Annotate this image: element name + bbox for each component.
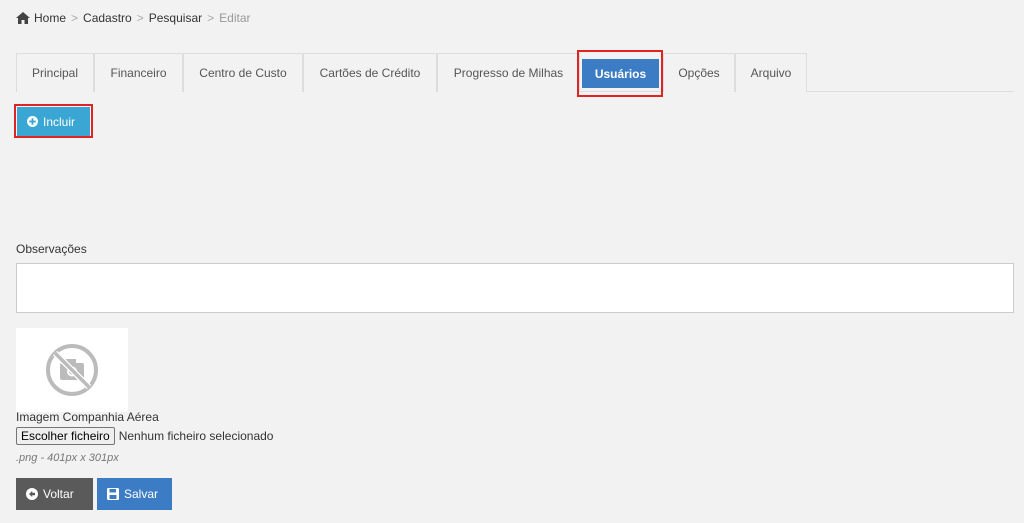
voltar-button[interactable]: Voltar bbox=[16, 478, 93, 510]
tab-principal[interactable]: Principal bbox=[16, 53, 94, 92]
observacoes-label: Observações bbox=[16, 242, 87, 256]
image-preview bbox=[16, 328, 128, 412]
image-upload-label: Imagem Companhia Aérea bbox=[16, 410, 159, 424]
file-status: Nenhum ficheiro selecionado bbox=[118, 429, 274, 443]
voltar-label: Voltar bbox=[43, 487, 74, 501]
breadcrumb-pesquisar[interactable]: Pesquisar bbox=[149, 11, 202, 25]
salvar-label: Salvar bbox=[124, 487, 159, 501]
incluir-button[interactable]: Incluir bbox=[17, 107, 90, 136]
tab-opcoes[interactable]: Opções bbox=[663, 53, 735, 92]
tab-cartoes-de-credito[interactable]: Cartões de Crédito bbox=[303, 53, 437, 92]
tab-bar: Principal Financeiro Centro de Custo Car… bbox=[16, 53, 1014, 92]
file-input: Escolher ficheiro Nenhum ficheiro seleci… bbox=[16, 427, 273, 445]
breadcrumb-separator-icon: > bbox=[207, 11, 215, 25]
save-icon bbox=[107, 488, 119, 500]
home-icon bbox=[16, 12, 30, 24]
tab-centro-de-custo[interactable]: Centro de Custo bbox=[183, 53, 303, 92]
image-size-hint: .png - 401px x 301px bbox=[16, 452, 119, 464]
arrow-left-circle-icon bbox=[26, 488, 38, 500]
plus-circle-icon bbox=[27, 116, 38, 127]
breadcrumb-separator-icon: > bbox=[136, 11, 144, 25]
incluir-label: Incluir bbox=[43, 114, 76, 129]
tab-progresso-de-milhas[interactable]: Progresso de Milhas bbox=[437, 53, 580, 92]
choose-file-button[interactable]: Escolher ficheiro bbox=[16, 427, 115, 445]
tab-arquivo[interactable]: Arquivo bbox=[735, 53, 807, 92]
breadcrumb-editar: Editar bbox=[219, 11, 251, 25]
no-camera-icon bbox=[46, 344, 98, 396]
breadcrumb-cadastro[interactable]: Cadastro bbox=[83, 11, 132, 25]
breadcrumb-home[interactable]: Home bbox=[34, 11, 66, 25]
tab-financeiro[interactable]: Financeiro bbox=[94, 53, 183, 92]
breadcrumb-separator-icon: > bbox=[71, 11, 79, 25]
breadcrumb: Home > Cadastro > Pesquisar > Editar bbox=[16, 11, 251, 25]
observacoes-textarea[interactable] bbox=[16, 263, 1014, 313]
tab-usuarios[interactable]: Usuários bbox=[582, 59, 659, 88]
salvar-button[interactable]: Salvar bbox=[97, 478, 172, 510]
